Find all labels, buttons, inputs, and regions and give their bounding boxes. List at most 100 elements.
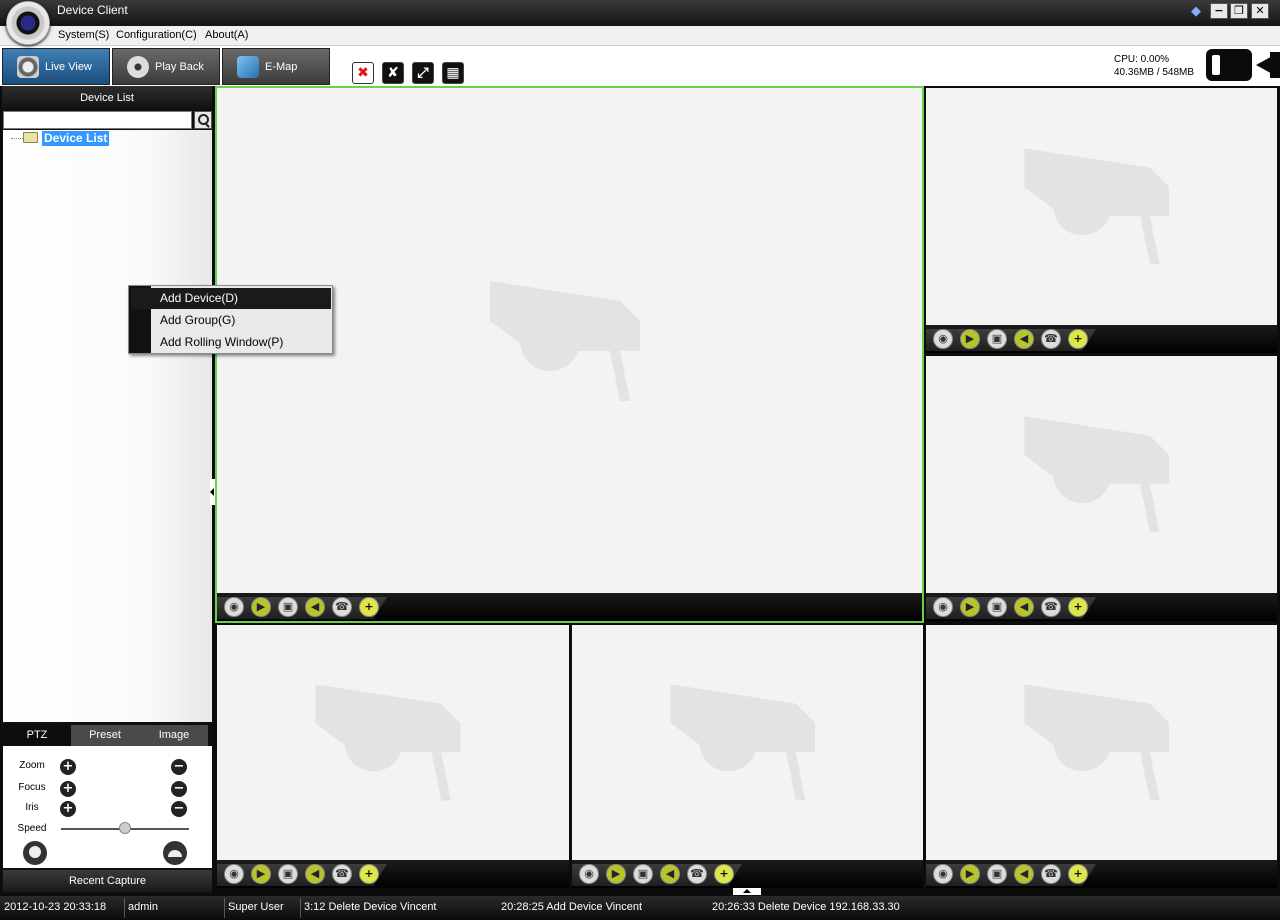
window-title: Device Client	[57, 3, 128, 17]
zoom-in-button[interactable]: +	[60, 759, 76, 775]
menu-system[interactable]: System(S)	[58, 29, 109, 41]
menu-about[interactable]: About(A)	[205, 29, 248, 41]
record-camera-icon[interactable]	[1206, 49, 1252, 81]
main-toolbar: Live View Play Back E-Map ✖ ✘ ⤢ ▦ CPU: 0…	[0, 46, 1280, 86]
focus-plus-button[interactable]: +	[60, 781, 76, 797]
webcam-icon[interactable]: ◉	[224, 864, 244, 884]
device-tree[interactable]: Device List	[3, 130, 212, 722]
expand-log-handle[interactable]	[733, 888, 761, 895]
tab-image[interactable]: Image	[140, 725, 208, 746]
intercom-icon[interactable]: ☎	[332, 864, 352, 884]
minimize-button[interactable]: −	[1210, 3, 1228, 19]
snapshot-icon[interactable]: ▣	[987, 329, 1007, 349]
camera-watermark-icon	[1024, 684, 1170, 801]
tab-live-view[interactable]: Live View	[2, 48, 110, 85]
user-lock-icon[interactable]: ◆	[1187, 4, 1205, 20]
camera-watermark-icon	[1024, 148, 1170, 265]
layout-icon[interactable]: ▦	[442, 62, 464, 84]
video-window-5[interactable]: ◉ ▶ ▣ ◀ ☎ +	[572, 625, 923, 888]
video-window-4[interactable]: ◉ ▶ ▣ ◀ ☎ +	[217, 625, 569, 888]
video-toolbar: ◉ ▶ ▣ ◀ ☎ +	[926, 325, 1277, 353]
intercom-icon[interactable]: ☎	[1041, 864, 1061, 884]
film-reel-icon	[127, 56, 149, 78]
snapshot-icon[interactable]: ▣	[633, 864, 653, 884]
webcam-icon[interactable]: ◉	[933, 864, 953, 884]
tab-preset[interactable]: Preset	[71, 725, 139, 746]
record-icon[interactable]: ▶	[960, 597, 980, 617]
zoom-in-icon[interactable]: +	[1068, 329, 1088, 349]
video-toolbar: ◉ ▶ ▣ ◀ ☎ +	[217, 593, 922, 621]
menu-item-label: Add Device(D)	[160, 291, 239, 305]
tab-label: Live View	[45, 61, 92, 73]
intercom-icon[interactable]: ☎	[332, 597, 352, 617]
record-icon[interactable]: ▶	[960, 329, 980, 349]
video-window-6[interactable]: ◉ ▶ ▣ ◀ ☎ +	[926, 625, 1277, 888]
menu-add-rolling-window[interactable]: Add Rolling Window(P)	[131, 332, 331, 353]
video-toolbar: ◉ ▶ ▣ ◀ ☎ +	[572, 860, 923, 888]
snapshot-icon[interactable]: ▣	[987, 864, 1007, 884]
zoom-in-icon[interactable]: +	[714, 864, 734, 884]
menu-add-device[interactable]: Add Device(D)	[131, 288, 331, 309]
tab-e-map[interactable]: E-Map	[222, 48, 330, 85]
menu-configuration[interactable]: Configuration(C)	[116, 29, 197, 41]
audio-icon[interactable]: ◀	[660, 864, 680, 884]
status-divider	[300, 898, 301, 918]
video-window-2[interactable]: ◉ ▶ ▣ ◀ ☎ +	[926, 88, 1277, 353]
audio-icon[interactable]: ◀	[1014, 329, 1034, 349]
menu-item-label: Add Group(G)	[160, 313, 236, 327]
maximize-button[interactable]: ❐	[1230, 3, 1248, 19]
zoom-out-button[interactable]: −	[171, 759, 187, 775]
snapshot-icon[interactable]: ▣	[987, 597, 1007, 617]
menu-bar: System(S) Configuration(C) About(A)	[0, 26, 1280, 46]
menu-add-group[interactable]: Add Group(G)	[131, 310, 331, 331]
camera-watermark-icon	[489, 280, 640, 401]
zoom-in-icon[interactable]: +	[1068, 864, 1088, 884]
video-toolbar: ◉ ▶ ▣ ◀ ☎ +	[926, 860, 1277, 888]
close-button[interactable]: ✕	[1251, 3, 1269, 19]
webcam-icon[interactable]: ◉	[933, 329, 953, 349]
webcam-icon[interactable]: ◉	[933, 597, 953, 617]
tree-root-node[interactable]: Device List	[42, 131, 110, 146]
iris-minus-button[interactable]: −	[171, 801, 187, 817]
tab-ptz[interactable]: PTZ	[3, 725, 71, 746]
speed-slider-thumb[interactable]	[119, 822, 131, 834]
audio-icon[interactable]: ◀	[305, 864, 325, 884]
webcam-icon[interactable]: ◉	[579, 864, 599, 884]
zoom-in-icon[interactable]: +	[1068, 597, 1088, 617]
record-icon[interactable]: ▶	[251, 864, 271, 884]
wiper-icon[interactable]	[163, 841, 187, 865]
iris-plus-button[interactable]: +	[60, 801, 76, 817]
focus-minus-button[interactable]: −	[171, 781, 187, 797]
tab-play-back[interactable]: Play Back	[112, 48, 220, 85]
status-role: Super User	[228, 901, 284, 913]
fullscreen-icon[interactable]: ⤢	[412, 62, 434, 84]
recent-capture-button[interactable]: Recent Capture	[3, 870, 212, 892]
record-icon[interactable]: ▶	[251, 597, 271, 617]
audio-icon[interactable]: ◀	[305, 597, 325, 617]
camera-watermark-icon	[670, 684, 816, 801]
status-divider	[224, 898, 225, 918]
audio-icon[interactable]: ◀	[1014, 864, 1034, 884]
record-icon[interactable]: ▶	[960, 864, 980, 884]
audio-icon[interactable]: ◀	[1014, 597, 1034, 617]
light-icon[interactable]	[23, 841, 47, 865]
close-all-icon[interactable]: ✖	[352, 62, 374, 84]
webcam-icon[interactable]: ◉	[224, 597, 244, 617]
intercom-icon[interactable]: ☎	[1041, 597, 1061, 617]
intercom-icon[interactable]: ☎	[687, 864, 707, 884]
map-icon	[237, 56, 259, 78]
snapshot-icon[interactable]: ▣	[278, 597, 298, 617]
memory-usage: 40.36MB / 548MB	[1114, 67, 1195, 78]
device-search-input[interactable]	[3, 111, 192, 129]
video-window-3[interactable]: ◉ ▶ ▣ ◀ ☎ +	[926, 356, 1277, 621]
intercom-icon[interactable]: ☎	[1041, 329, 1061, 349]
record-icon[interactable]: ▶	[606, 864, 626, 884]
zoom-in-icon[interactable]: +	[359, 597, 379, 617]
ptz-tab-bar: PTZ Preset Image	[3, 725, 208, 746]
video-window-1[interactable]: ◉ ▶ ▣ ◀ ☎ +	[215, 86, 924, 623]
zoom-in-icon[interactable]: +	[359, 864, 379, 884]
tools-icon[interactable]: ✘	[382, 62, 404, 84]
snapshot-icon[interactable]: ▣	[278, 864, 298, 884]
record-camera-lens-end	[1270, 52, 1280, 78]
search-icon[interactable]	[194, 111, 212, 129]
